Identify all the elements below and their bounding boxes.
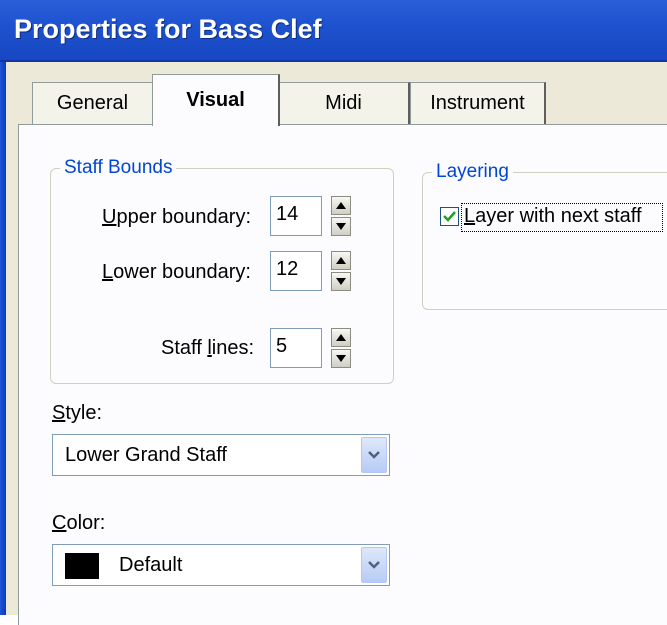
tab-general[interactable]: General bbox=[32, 82, 154, 124]
tab-general-label: General bbox=[56, 92, 129, 114]
tab-midi-label: Midi bbox=[325, 92, 362, 114]
layering-group bbox=[422, 172, 667, 310]
staff-lines-decrement[interactable] bbox=[331, 349, 351, 368]
style-dropdown[interactable]: Lower Grand Staff bbox=[52, 434, 390, 476]
staff-lines-increment[interactable] bbox=[331, 328, 351, 347]
tab-visual-label: Visual bbox=[186, 89, 245, 111]
layer-with-next-staff-label[interactable]: Layer with next staff bbox=[464, 205, 642, 228]
lower-boundary-label: Lower boundary: bbox=[102, 261, 251, 283]
style-dropdown-button[interactable] bbox=[361, 437, 387, 473]
lower-boundary-spinner[interactable] bbox=[331, 251, 351, 291]
upper-boundary-input[interactable]: 14 bbox=[270, 196, 322, 236]
tab-midi[interactable]: Midi bbox=[278, 82, 410, 124]
color-dropdown-button[interactable] bbox=[361, 547, 387, 583]
arrow-up-icon bbox=[336, 257, 346, 264]
arrow-up-icon bbox=[336, 334, 346, 341]
style-selected-value: Lower Grand Staff bbox=[65, 444, 227, 466]
window-title: Properties for Bass Clef bbox=[14, 14, 322, 44]
staff-lines-label: Staff lines: bbox=[161, 337, 255, 359]
upper-boundary-increment[interactable] bbox=[331, 196, 351, 215]
staff-bounds-title: Staff Bounds bbox=[60, 157, 177, 179]
chevron-down-icon bbox=[368, 561, 380, 569]
color-label: Color: bbox=[52, 512, 106, 534]
arrow-down-icon bbox=[336, 355, 346, 362]
staff-lines-spinner[interactable] bbox=[331, 328, 351, 368]
tab-visual[interactable]: Visual bbox=[152, 74, 280, 126]
tab-instrument[interactable]: Instrument bbox=[410, 82, 546, 124]
chevron-down-icon bbox=[368, 451, 380, 459]
arrow-down-icon bbox=[336, 278, 346, 285]
checkmark-icon bbox=[443, 211, 456, 222]
tab-instrument-label: Instrument bbox=[430, 92, 525, 114]
title-bar[interactable]: Properties for Bass Clef bbox=[0, 0, 667, 62]
layering-title: Layering bbox=[432, 161, 513, 183]
upper-boundary-decrement[interactable] bbox=[331, 217, 351, 236]
style-label: Style: bbox=[52, 402, 103, 424]
upper-boundary-spinner[interactable] bbox=[331, 196, 351, 236]
color-selected-value: Default bbox=[119, 554, 183, 576]
lower-boundary-decrement[interactable] bbox=[331, 272, 351, 291]
upper-boundary-label: Upper boundary: bbox=[102, 206, 251, 228]
color-swatch bbox=[65, 553, 99, 579]
color-dropdown[interactable]: Default bbox=[52, 544, 390, 586]
arrow-down-icon bbox=[336, 223, 346, 230]
lower-boundary-increment[interactable] bbox=[331, 251, 351, 270]
lower-boundary-input[interactable]: 12 bbox=[270, 251, 322, 291]
staff-lines-input[interactable]: 5 bbox=[270, 328, 322, 368]
arrow-up-icon bbox=[336, 202, 346, 209]
layer-with-next-staff-checkbox[interactable] bbox=[440, 207, 459, 226]
